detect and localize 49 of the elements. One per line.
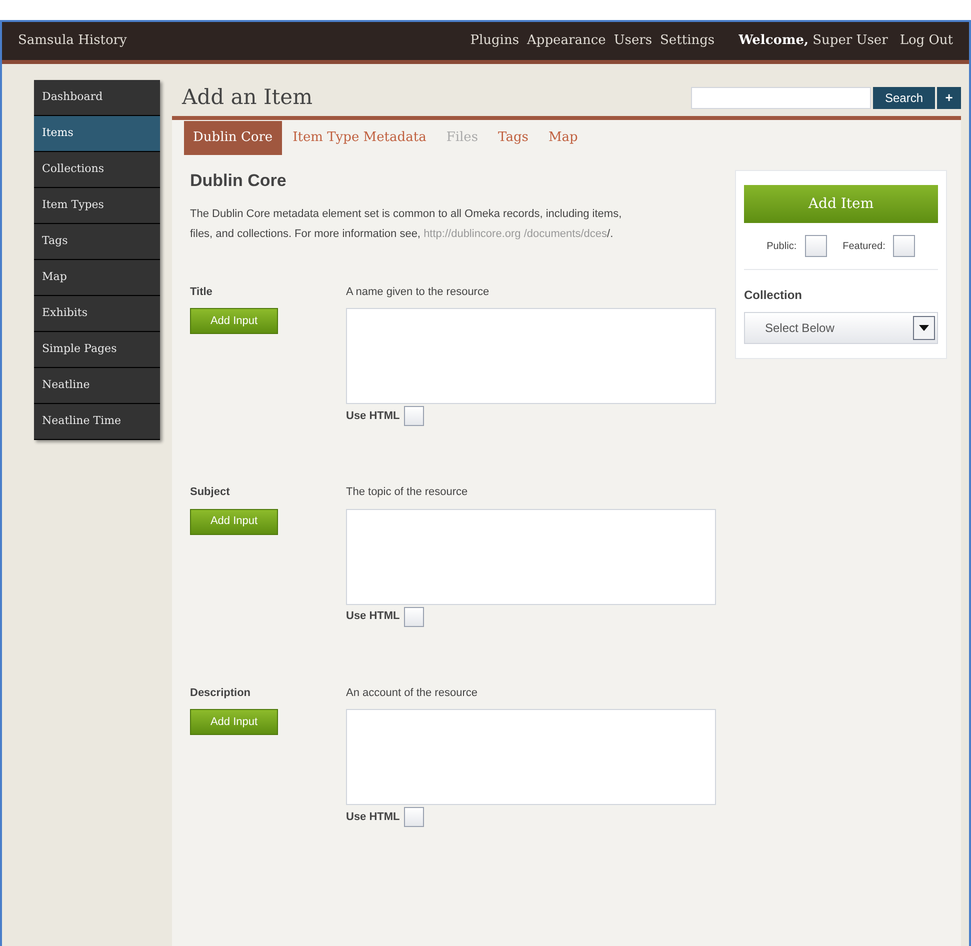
sidebar-item[interactable]: Map <box>34 260 160 296</box>
checkbox[interactable] <box>404 807 424 827</box>
featured-label: Featured: <box>842 240 886 254</box>
collection-select[interactable]: Select Below <box>744 312 938 344</box>
sidebar-item[interactable]: Exhibits <box>34 296 160 332</box>
logout-link[interactable]: Log Out <box>900 31 953 51</box>
text-area[interactable] <box>346 709 716 805</box>
sidebar-item[interactable]: Item Types <box>34 188 160 224</box>
use-html-label: Use HTML <box>346 408 400 424</box>
text-area[interactable] <box>346 508 716 604</box>
add-button[interactable]: + <box>937 87 961 109</box>
sidebar-item[interactable]: Simple Pages <box>34 332 160 368</box>
field-hint: A name given to the resource <box>346 284 490 300</box>
nav-link[interactable]: Settings <box>660 31 715 51</box>
search-field[interactable] <box>690 87 871 109</box>
sidebar-item[interactable]: Dashboard <box>34 80 160 116</box>
checkbox[interactable] <box>404 606 424 626</box>
sidebar-item[interactable]: Neatline Time <box>34 404 160 440</box>
field-label: Description <box>190 686 252 700</box>
site-title[interactable]: Samsula History <box>18 31 127 51</box>
field-hint: An account of the resource <box>346 686 478 700</box>
collection-label: Collection <box>744 287 804 304</box>
tab[interactable]: Tags <box>489 121 538 155</box>
section-description: The Dublin Core metadata element set is common to all Omeka records, including items, files, and collections. For more information see, http://dublincore.org /documents/dces/. <box>190 206 623 242</box>
use-html-label: Use HTML <box>346 810 400 825</box>
tab[interactable]: Item Type Metadata <box>284 121 436 155</box>
public-label: Public: <box>766 240 797 254</box>
tab[interactable]: Map <box>539 121 587 155</box>
checkbox[interactable] <box>893 235 916 257</box>
page-title: Add an Item <box>182 84 313 112</box>
checkbox[interactable] <box>404 406 424 426</box>
welcome-text: Welcome, Super User <box>738 32 888 50</box>
nav-link[interactable]: Plugins <box>470 31 520 51</box>
nav-link[interactable]: Users <box>614 31 652 51</box>
sidebar-item[interactable]: Tags <box>34 224 160 260</box>
text-area[interactable] <box>346 308 716 404</box>
sidebar-item[interactable]: Neatline <box>34 368 160 404</box>
field-label: Title <box>190 284 214 300</box>
checkbox[interactable] <box>804 235 827 257</box>
field-label: Subject <box>190 485 231 500</box>
field-hint: The topic of the resource <box>346 485 469 500</box>
sidebar-item[interactable]: Collections <box>34 152 160 188</box>
search-button[interactable]: Search <box>872 87 935 109</box>
nav-link[interactable]: Appearance <box>527 31 606 51</box>
dropdown-icon <box>913 316 935 340</box>
use-html-label: Use HTML <box>346 609 400 624</box>
tab[interactable]: Dublin Core <box>184 121 282 155</box>
sidebar-item[interactable]: Items <box>34 116 160 152</box>
section-title: Dublin Core <box>190 170 288 192</box>
